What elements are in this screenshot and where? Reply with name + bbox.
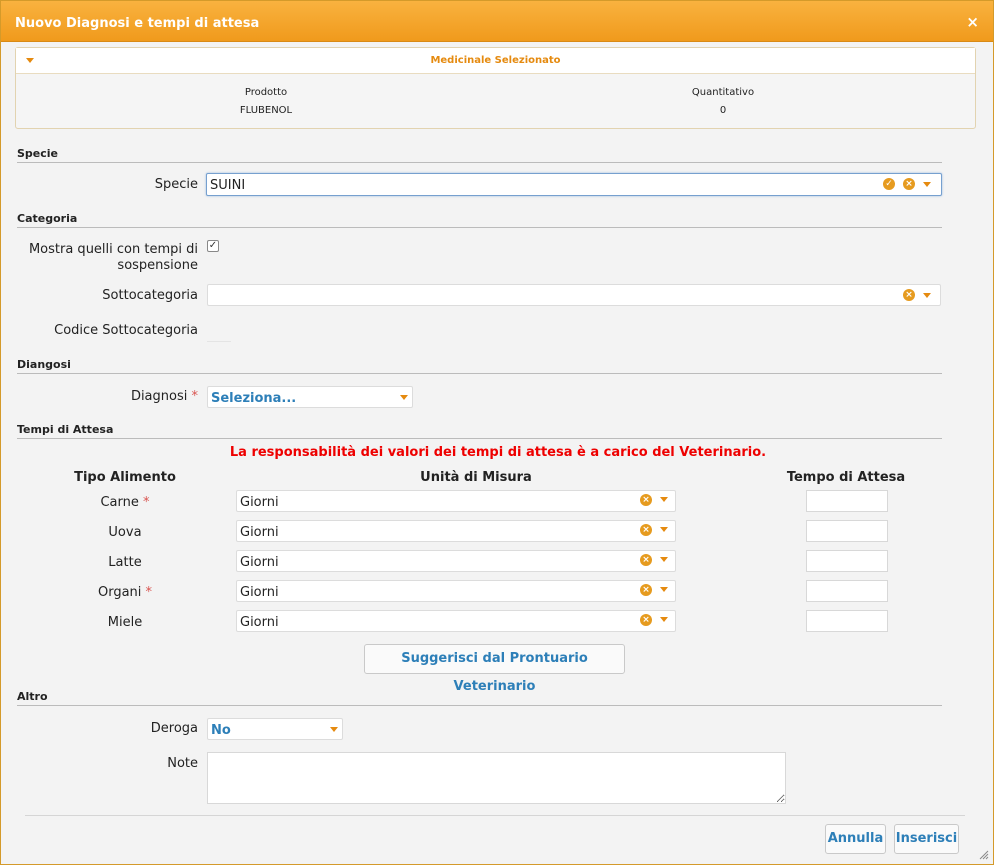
tipo-alimento-label: Miele <box>107 615 143 630</box>
col-tempo-attesa: Tempo di Attesa <box>786 470 906 485</box>
tipo-alimento-label: Uova <box>108 525 142 540</box>
clear-icon[interactable]: × <box>640 584 652 596</box>
chevron-down-icon[interactable] <box>660 587 668 592</box>
codice-sottocategoria-label: Codice Sottocategoria <box>54 323 198 338</box>
specie-label: Specie <box>154 177 198 192</box>
col-quantitativo-label: Quantitativo <box>691 87 755 98</box>
medicinale-panel: Medicinale Selezionato Prodotto Quantita… <box>15 47 976 129</box>
tempo-attesa-input[interactable] <box>806 550 888 572</box>
section-specie: Specie <box>17 147 942 163</box>
tipo-alimento-label: Carne * <box>100 495 150 510</box>
clear-icon[interactable]: × <box>640 554 652 566</box>
prodotto-value: FLUBENOL <box>239 105 293 116</box>
clear-icon[interactable]: × <box>903 289 915 301</box>
check-icon[interactable]: ✓ <box>883 178 895 190</box>
unita-select[interactable]: Giorni × <box>236 580 676 602</box>
mostra-label-line1: Mostra quelli con tempi di <box>28 242 198 257</box>
clear-icon[interactable]: × <box>640 524 652 536</box>
suggerisci-button[interactable]: Suggerisci dal Prontuario Veterinario <box>364 644 625 694</box>
chevron-down-icon[interactable] <box>660 497 668 502</box>
dialog-titlebar[interactable]: Nuovo Diagnosi e tempi di attesa × <box>1 1 993 42</box>
tempo-attesa-input[interactable] <box>806 610 888 632</box>
tempo-attesa-input[interactable] <box>806 580 888 602</box>
chevron-down-icon[interactable] <box>330 727 338 732</box>
diagnosi-label: Diagnosi * <box>130 389 198 404</box>
section-categoria: Categoria <box>17 212 942 228</box>
medicinale-panel-header[interactable]: Medicinale Selezionato <box>16 48 975 74</box>
col-unita-misura: Unità di Misura <box>420 470 532 485</box>
diagnosi-select[interactable]: Seleziona... <box>207 386 413 408</box>
clear-icon[interactable]: × <box>640 614 652 626</box>
chevron-down-icon[interactable] <box>660 527 668 532</box>
quantitativo-value: 0 <box>719 105 727 116</box>
tempo-attesa-input[interactable] <box>806 490 888 512</box>
tipo-alimento-label: Latte <box>108 555 142 570</box>
close-icon[interactable]: × <box>966 13 979 31</box>
resize-grip-icon[interactable] <box>979 850 989 860</box>
dialog-window: Nuovo Diagnosi e tempi di attesa × Medic… <box>0 0 994 865</box>
sottocategoria-label: Sottocategoria <box>102 288 198 303</box>
sottocategoria-select[interactable]: × <box>207 284 941 306</box>
specie-select[interactable]: SUINI ✓ × <box>206 173 942 196</box>
tempo-attesa-input[interactable] <box>806 520 888 542</box>
unita-value: Giorni <box>240 555 279 570</box>
unita-value: Giorni <box>240 615 279 630</box>
unita-select[interactable]: Giorni × <box>236 520 676 542</box>
chevron-down-icon[interactable] <box>660 617 668 622</box>
inserisci-button[interactable]: Inserisci <box>894 824 959 854</box>
section-altro: Altro <box>17 690 942 706</box>
deroga-value: No <box>211 723 231 738</box>
chevron-down-icon[interactable] <box>660 557 668 562</box>
tipo-alimento-label: Organi * <box>97 585 153 600</box>
responsabilita-warning: La responsabilità dei valori dei tempi d… <box>229 445 767 460</box>
medicinale-header-label: Medicinale Selezionato <box>430 55 561 66</box>
unita-select[interactable]: Giorni × <box>236 610 676 632</box>
unita-select[interactable]: Giorni × <box>236 550 676 572</box>
deroga-label: Deroga <box>150 721 198 736</box>
col-prodotto-label: Prodotto <box>244 87 288 98</box>
dialog-title: Nuovo Diagnosi e tempi di attesa <box>15 16 260 31</box>
col-tipo-alimento: Tipo Alimento <box>74 470 176 485</box>
note-textarea[interactable] <box>207 752 786 804</box>
section-tempi: Tempi di Attesa <box>17 423 942 439</box>
diagnosi-value: Seleziona... <box>211 391 297 406</box>
unita-value: Giorni <box>240 585 279 600</box>
chevron-down-icon[interactable] <box>923 293 931 298</box>
mostra-checkbox[interactable]: ✓ <box>207 240 219 252</box>
note-label: Note <box>167 756 198 771</box>
section-diagnosi: Diangosi <box>17 358 942 374</box>
clear-icon[interactable]: × <box>903 178 915 190</box>
chevron-down-icon[interactable] <box>923 182 931 187</box>
unita-value: Giorni <box>240 495 279 510</box>
mostra-label-line2: sospensione <box>117 258 198 273</box>
deroga-select[interactable]: No <box>207 718 343 740</box>
specie-value: SUINI <box>210 178 246 193</box>
chevron-down-icon[interactable] <box>400 395 408 400</box>
clear-icon[interactable]: × <box>640 494 652 506</box>
unita-value: Giorni <box>240 525 279 540</box>
unita-select[interactable]: Giorni × <box>236 490 676 512</box>
codice-sottocategoria-value <box>207 322 231 342</box>
footer-divider <box>25 815 965 816</box>
annulla-button[interactable]: Annulla <box>825 824 886 854</box>
